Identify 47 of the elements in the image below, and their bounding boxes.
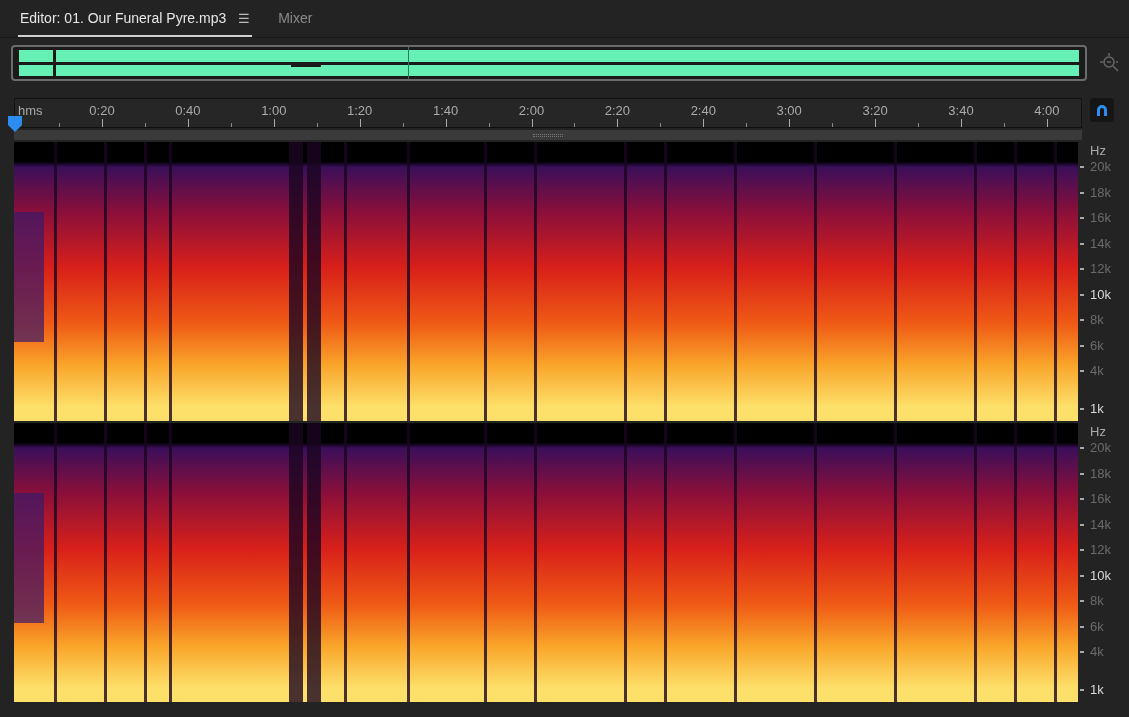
time-label: 1:00 — [261, 102, 287, 120]
time-label: 1:40 — [432, 102, 459, 120]
frequency-label: 6k — [1090, 617, 1104, 636]
magnet-icon — [1095, 103, 1109, 117]
editor-tab[interactable]: Mixer — [276, 8, 315, 37]
frequency-label: 10k — [1090, 285, 1111, 304]
axis-unit-label: Hz — [1090, 142, 1106, 161]
frequency-label: 16k — [1090, 209, 1111, 228]
time-label: 3:00 — [776, 102, 802, 120]
frequency-label: 12k — [1090, 541, 1111, 560]
frequency-label: 20k — [1090, 158, 1111, 177]
axis-unit-label: Hz — [1090, 423, 1106, 442]
frequency-label: 12k — [1090, 260, 1111, 279]
time-label: 1:20 — [347, 102, 373, 120]
frequency-label: 4k — [1090, 362, 1104, 381]
frequency-label: 20k — [1090, 439, 1111, 458]
time-label: 0:20 — [89, 102, 115, 120]
spectrogram-display[interactable] — [14, 423, 1078, 702]
snap-toggle-button[interactable] — [1090, 98, 1114, 122]
frequency-label: 1k — [1090, 400, 1104, 419]
frequency-label: 16k — [1090, 490, 1111, 509]
scroll-bar[interactable] — [14, 130, 1082, 140]
frequency-label: 14k — [1090, 515, 1111, 534]
frequency-label: 8k — [1090, 592, 1104, 611]
time-label: 2:00 — [518, 102, 545, 120]
editor-tab[interactable]: Editor: 01. Our Funeral Pyre.mp3 ☰ — [18, 8, 253, 37]
spectrogram-display[interactable] — [14, 142, 1078, 421]
panel-menu-icon[interactable]: ☰ — [238, 8, 251, 29]
frequency-label: 18k — [1090, 464, 1111, 483]
time-ruler[interactable]: hms 0:20 0:40 1:00 1:20 1:40 2:00 2:20 2:40 3:00 3:20 3:40 4:00 — [14, 98, 1082, 128]
frequency-label: 8k — [1090, 311, 1104, 330]
time-label: 4:00 — [1034, 102, 1060, 120]
waveform-overview[interactable] — [11, 45, 1087, 81]
frequency-label: 10k — [1090, 566, 1111, 585]
time-label: 2:40 — [690, 102, 716, 120]
time-label: 0:40 — [175, 102, 201, 120]
time-label: 3:20 — [862, 102, 888, 120]
frequency-label: 4k — [1090, 643, 1104, 662]
frequency-label: 1k — [1090, 681, 1104, 700]
playhead-icon[interactable] — [8, 116, 22, 132]
time-label: 3:40 — [948, 102, 974, 120]
time-unit-label: hms — [18, 102, 43, 120]
frequency-label: 18k — [1090, 183, 1111, 202]
frequency-label: 14k — [1090, 234, 1111, 253]
time-label: 2:20 — [604, 102, 631, 120]
zoom-icon[interactable] — [1099, 52, 1121, 74]
frequency-label: 6k — [1090, 336, 1104, 355]
